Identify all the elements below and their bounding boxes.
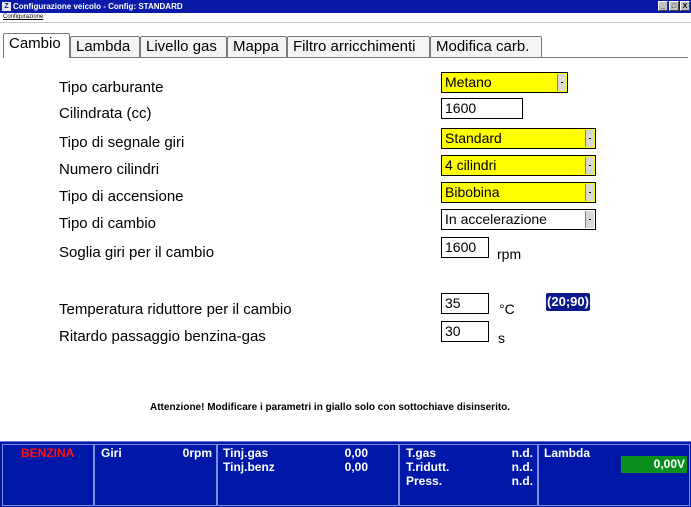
input-cilindrata[interactable]: 1600 [441, 98, 523, 119]
input-ritardo[interactable]: 30 [441, 321, 489, 342]
label-cilindrata: Cilindrata (cc) [59, 105, 152, 122]
tab-lambda[interactable]: Lambda [70, 36, 140, 57]
status-rpm-panel: Giri 0rpm [94, 444, 217, 506]
label-ritardo: Ritardo passaggio benzina-gas [59, 328, 266, 345]
press-label: Press. [406, 474, 443, 488]
temperature-range-badge: (20;90) [546, 293, 590, 311]
tridutt-value: n.d. [511, 460, 533, 474]
dropdown-arrow-icon[interactable] [557, 74, 566, 91]
label-numero-cilindri: Numero cilindri [59, 161, 160, 178]
status-injection-panel: Tinj.gas 0,00 Tinj.benz 0,00 [217, 444, 399, 506]
label-tipo-carburante: Tipo carburante [59, 79, 164, 96]
window-controls: _ □ X [658, 1, 690, 11]
dropdown-arrow-icon[interactable] [585, 130, 594, 147]
select-accensione-value: Bibobina [445, 184, 500, 200]
input-temperatura[interactable]: 35 [441, 293, 489, 314]
tinj-gas-label: Tinj.gas [223, 446, 269, 460]
tab-divider [3, 57, 688, 58]
title-bar: Z Configurazione veicolo - Config: STAND… [0, 0, 691, 13]
tinj-benz-value: 0,00 [344, 460, 368, 474]
unit-rpm: rpm [497, 246, 522, 262]
lambda-value: 0,00V [653, 457, 685, 471]
tridutt-label: T.ridutt. [406, 460, 450, 474]
menu-bar: Configurazione [0, 13, 691, 23]
giri-value: 0rpm [182, 446, 212, 460]
tab-modifica-carb[interactable]: Modifica carb. [430, 36, 542, 57]
tab-filtro-arricchimenti[interactable]: Filtro arricchimenti [287, 36, 430, 57]
tgas-value: n.d. [511, 446, 533, 460]
label-tipo-cambio: Tipo di cambio [59, 215, 156, 232]
lambda-label: Lambda [544, 446, 591, 460]
select-tipo-carburante[interactable]: Metano [441, 72, 568, 93]
menu-configurazione[interactable]: Configurazione [3, 13, 43, 22]
select-tipo-cambio[interactable]: In accelerazione [441, 209, 596, 230]
unit-celsius: °C [499, 301, 515, 317]
status-lambda-panel: Lambda [538, 444, 690, 506]
close-button[interactable]: X [680, 1, 690, 11]
tinj-benz-label: Tinj.benz [223, 460, 275, 474]
minimize-button[interactable]: _ [658, 1, 668, 11]
label-soglia-giri: Soglia giri per il cambio [59, 244, 215, 261]
lambda-indicator: 0,00V [621, 456, 687, 473]
window-title: Configurazione veicolo - Config: STANDAR… [13, 2, 183, 11]
dropdown-arrow-icon[interactable] [585, 157, 594, 174]
tgas-label: T.gas [406, 446, 437, 460]
select-numero-cilindri-value: 4 cilindri [445, 157, 497, 173]
unit-seconds: s [498, 330, 505, 346]
tab-mappa[interactable]: Mappa [227, 36, 287, 57]
select-segnale-giri[interactable]: Standard [441, 128, 596, 149]
fuel-mode-indicator: BENZINA [21, 446, 75, 460]
press-value: n.d. [511, 474, 533, 488]
label-segnale-giri: Tipo di segnale giri [59, 134, 185, 151]
label-accensione: Tipo di accensione [59, 188, 184, 205]
status-bar: BENZINA Giri 0rpm Tinj.gas 0,00 Tinj.ben… [0, 441, 691, 507]
tab-cambio[interactable]: Cambio [3, 33, 70, 58]
maximize-button[interactable]: □ [669, 1, 679, 11]
giri-label: Giri [101, 446, 122, 460]
select-tipo-carburante-value: Metano [445, 74, 492, 90]
select-accensione[interactable]: Bibobina [441, 182, 596, 203]
select-tipo-cambio-value: In accelerazione [445, 211, 547, 227]
tab-livello-gas[interactable]: Livello gas [140, 36, 227, 57]
label-temperatura: Temperatura riduttore per il cambio [59, 301, 292, 318]
status-temperature-panel: T.gas n.d. T.ridutt. n.d. Press. n.d. [399, 444, 538, 506]
warning-message: Attenzione! Modificare i parametri in gi… [150, 402, 511, 413]
status-fuel-panel: BENZINA [2, 444, 94, 506]
tinj-gas-value: 0,00 [344, 446, 368, 460]
select-segnale-giri-value: Standard [445, 130, 502, 146]
input-soglia-giri[interactable]: 1600 [441, 237, 489, 258]
app-icon: Z [2, 2, 11, 11]
dropdown-arrow-icon[interactable] [585, 211, 594, 228]
select-numero-cilindri[interactable]: 4 cilindri [441, 155, 596, 176]
dropdown-arrow-icon[interactable] [585, 184, 594, 201]
